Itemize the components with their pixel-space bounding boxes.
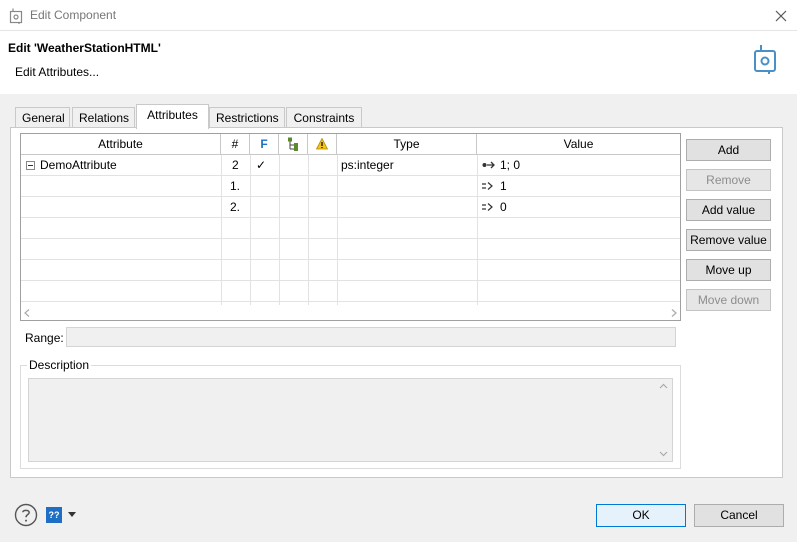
remove-value-button[interactable]: Remove value <box>686 229 771 251</box>
formula-icon <box>482 161 495 169</box>
column-header-number[interactable]: # <box>221 134 250 155</box>
component-banner-icon <box>754 45 776 74</box>
column-header-fixed[interactable]: F <box>250 134 279 155</box>
component-icon <box>9 8 23 24</box>
scroll-right-icon[interactable] <box>671 309 677 317</box>
language-icon[interactable]: ?? <box>46 507 62 523</box>
table-row[interactable]: DemoAttribute 2 ✓ ps:integer 1; 0 <box>21 155 680 176</box>
move-up-button[interactable]: Move up <box>686 259 771 281</box>
description-scrollbar[interactable] <box>656 380 671 460</box>
column-header-tree[interactable] <box>279 134 308 155</box>
column-header-value[interactable]: Value <box>477 134 680 155</box>
attribute-name: DemoAttribute <box>40 158 117 172</box>
move-down-button[interactable]: Move down <box>686 289 771 311</box>
attributes-table[interactable]: Attribute # F Type Value DemoAttribute 2… <box>20 133 681 321</box>
tab-general[interactable]: General <box>15 107 70 128</box>
help-icon[interactable] <box>14 503 38 527</box>
collapse-icon[interactable] <box>26 161 35 170</box>
tree-icon <box>288 137 298 151</box>
value-literal: 0 <box>500 200 507 214</box>
tab-attributes[interactable]: Attributes <box>136 104 209 129</box>
attribute-value: 1; 0 <box>500 158 521 172</box>
page-subtitle: Edit Attributes... <box>15 65 100 79</box>
window-title: Edit Component <box>30 8 117 22</box>
scroll-left-icon[interactable] <box>24 309 30 317</box>
table-row[interactable] <box>21 260 680 281</box>
horizontal-scrollbar[interactable] <box>21 305 680 320</box>
value-icon <box>482 203 493 211</box>
value-index: 1. <box>230 179 241 193</box>
table-row[interactable]: 1. 1 <box>21 176 680 197</box>
add-value-button[interactable]: Add value <box>686 199 771 221</box>
table-row[interactable] <box>21 281 680 302</box>
range-label: Range: <box>25 331 64 345</box>
attribute-type: ps:integer <box>341 158 394 172</box>
column-header-warning[interactable] <box>308 134 337 155</box>
table-row[interactable]: 2. 0 <box>21 197 680 218</box>
value-index: 2. <box>230 200 241 214</box>
column-header-attribute[interactable]: Attribute <box>21 134 221 155</box>
table-row[interactable] <box>21 218 680 239</box>
value-literal: 1 <box>500 179 507 193</box>
column-header-type[interactable]: Type <box>337 134 477 155</box>
close-icon[interactable] <box>768 4 794 28</box>
tab-restrictions[interactable]: Restrictions <box>209 107 285 128</box>
value-icon <box>482 182 493 190</box>
cancel-button[interactable]: Cancel <box>694 504 784 527</box>
page-title: Edit 'WeatherStationHTML' <box>8 41 161 55</box>
tab-constraints[interactable]: Constraints <box>286 107 362 128</box>
tab-relations[interactable]: Relations <box>72 107 135 128</box>
table-row[interactable] <box>21 239 680 260</box>
warning-icon <box>315 137 329 150</box>
fixed-check: ✓ <box>256 158 267 172</box>
range-field[interactable] <box>66 327 676 347</box>
add-button[interactable]: Add <box>686 139 771 161</box>
ok-button[interactable]: OK <box>596 504 686 527</box>
remove-button[interactable]: Remove <box>686 169 771 191</box>
window-titlebar <box>0 0 797 31</box>
description-label: Description <box>27 358 92 372</box>
dropdown-arrow-icon[interactable] <box>68 512 76 517</box>
description-textarea[interactable] <box>28 378 673 462</box>
attribute-count: 2 <box>232 158 239 172</box>
